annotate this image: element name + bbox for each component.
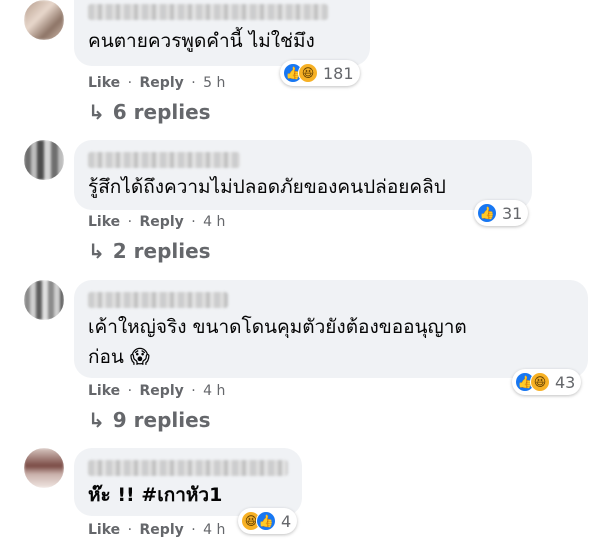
reactions-summary[interactable]: 👍 😆 43 [512,369,582,395]
reply-link[interactable]: Reply [140,522,184,538]
separator: · [191,522,196,538]
comment-bubble: เค้าใหญ่จริง ขนาดโดนคุมตัวยังต้องขออนุญา… [74,280,588,378]
replies-count-label: 9 replies [112,408,211,432]
like-link[interactable]: Like [88,522,120,538]
timestamp-link[interactable]: 4 h [203,214,225,230]
commenter-name-blurred[interactable] [88,152,240,168]
reply-link[interactable]: Reply [140,214,184,230]
replies-count-label: 2 replies [112,239,211,263]
like-link[interactable]: Like [88,214,120,230]
avatar[interactable] [24,0,64,40]
reply-link[interactable]: Reply [140,383,184,399]
reaction-count: 43 [555,372,576,392]
like-icon: 👍 [256,511,276,531]
timestamp-link[interactable]: 4 h [203,383,225,399]
avatar[interactable] [24,140,64,180]
timestamp-link[interactable]: 5 h [203,75,225,91]
reply-arrow-icon: ↳ [88,239,105,263]
reply-arrow-icon: ↳ [88,408,105,432]
view-replies-button[interactable]: ↳ 6 replies [88,100,211,124]
separator: · [127,214,133,230]
comment-actions: Like · Reply · 4 h [88,522,225,538]
replies-count-label: 6 replies [112,100,211,124]
like-icon: 👍 [477,203,497,223]
avatar[interactable] [24,448,64,488]
comment-bubble: ห๊ะ !! #เกาหัว1 [74,448,302,516]
reply-arrow-icon: ↳ [88,100,105,124]
separator: · [127,383,133,399]
haha-icon: 😆 [298,63,318,83]
comment-actions: Like · Reply · 4 h [88,383,225,399]
reaction-count: 4 [281,511,292,531]
like-link[interactable]: Like [88,383,120,399]
comment-bubble: คนตายควรพูดคำนี้ ไม่ใช่มึง [74,0,370,66]
commenter-name-blurred[interactable] [88,292,228,308]
separator: · [191,214,196,230]
avatar[interactable] [24,280,64,320]
separator: · [127,522,133,538]
timestamp-link[interactable]: 4 h [203,522,225,538]
commenter-name-blurred[interactable] [88,4,328,20]
comment-actions: Like · Reply · 5 h [88,75,225,91]
comment-bubble: รู้สึกได้ถึงความไม่ปลอดภัยของคนปล่อยคลิป [74,140,532,210]
separator: · [191,383,196,399]
like-link[interactable]: Like [88,75,120,91]
reactions-summary[interactable]: 👍 31 [474,200,529,226]
comment-text: เค้าใหญ่จริง ขนาดโดนคุมตัวยังต้องขออนุญา… [88,316,467,368]
reactions-summary[interactable]: 👍 😆 181 [280,60,360,86]
haha-icon: 😆 [530,372,550,392]
reply-link[interactable]: Reply [140,75,184,91]
separator: · [191,75,196,91]
separator: · [127,75,133,91]
reaction-count: 181 [323,63,354,83]
commenter-name-blurred[interactable] [88,460,288,476]
reaction-count: 31 [502,203,523,223]
view-replies-button[interactable]: ↳ 2 replies [88,239,211,263]
comment-text: ห๊ะ !! #เกาหัว1 [88,484,223,506]
view-replies-button[interactable]: ↳ 9 replies [88,408,211,432]
comment-text: คนตายควรพูดคำนี้ ไม่ใช่มึง [88,30,315,52]
comment-actions: Like · Reply · 4 h [88,214,225,230]
comment-text: รู้สึกได้ถึงความไม่ปลอดภัยของคนปล่อยคลิป [88,176,446,198]
reactions-summary[interactable]: 😆 👍 4 [238,508,298,534]
